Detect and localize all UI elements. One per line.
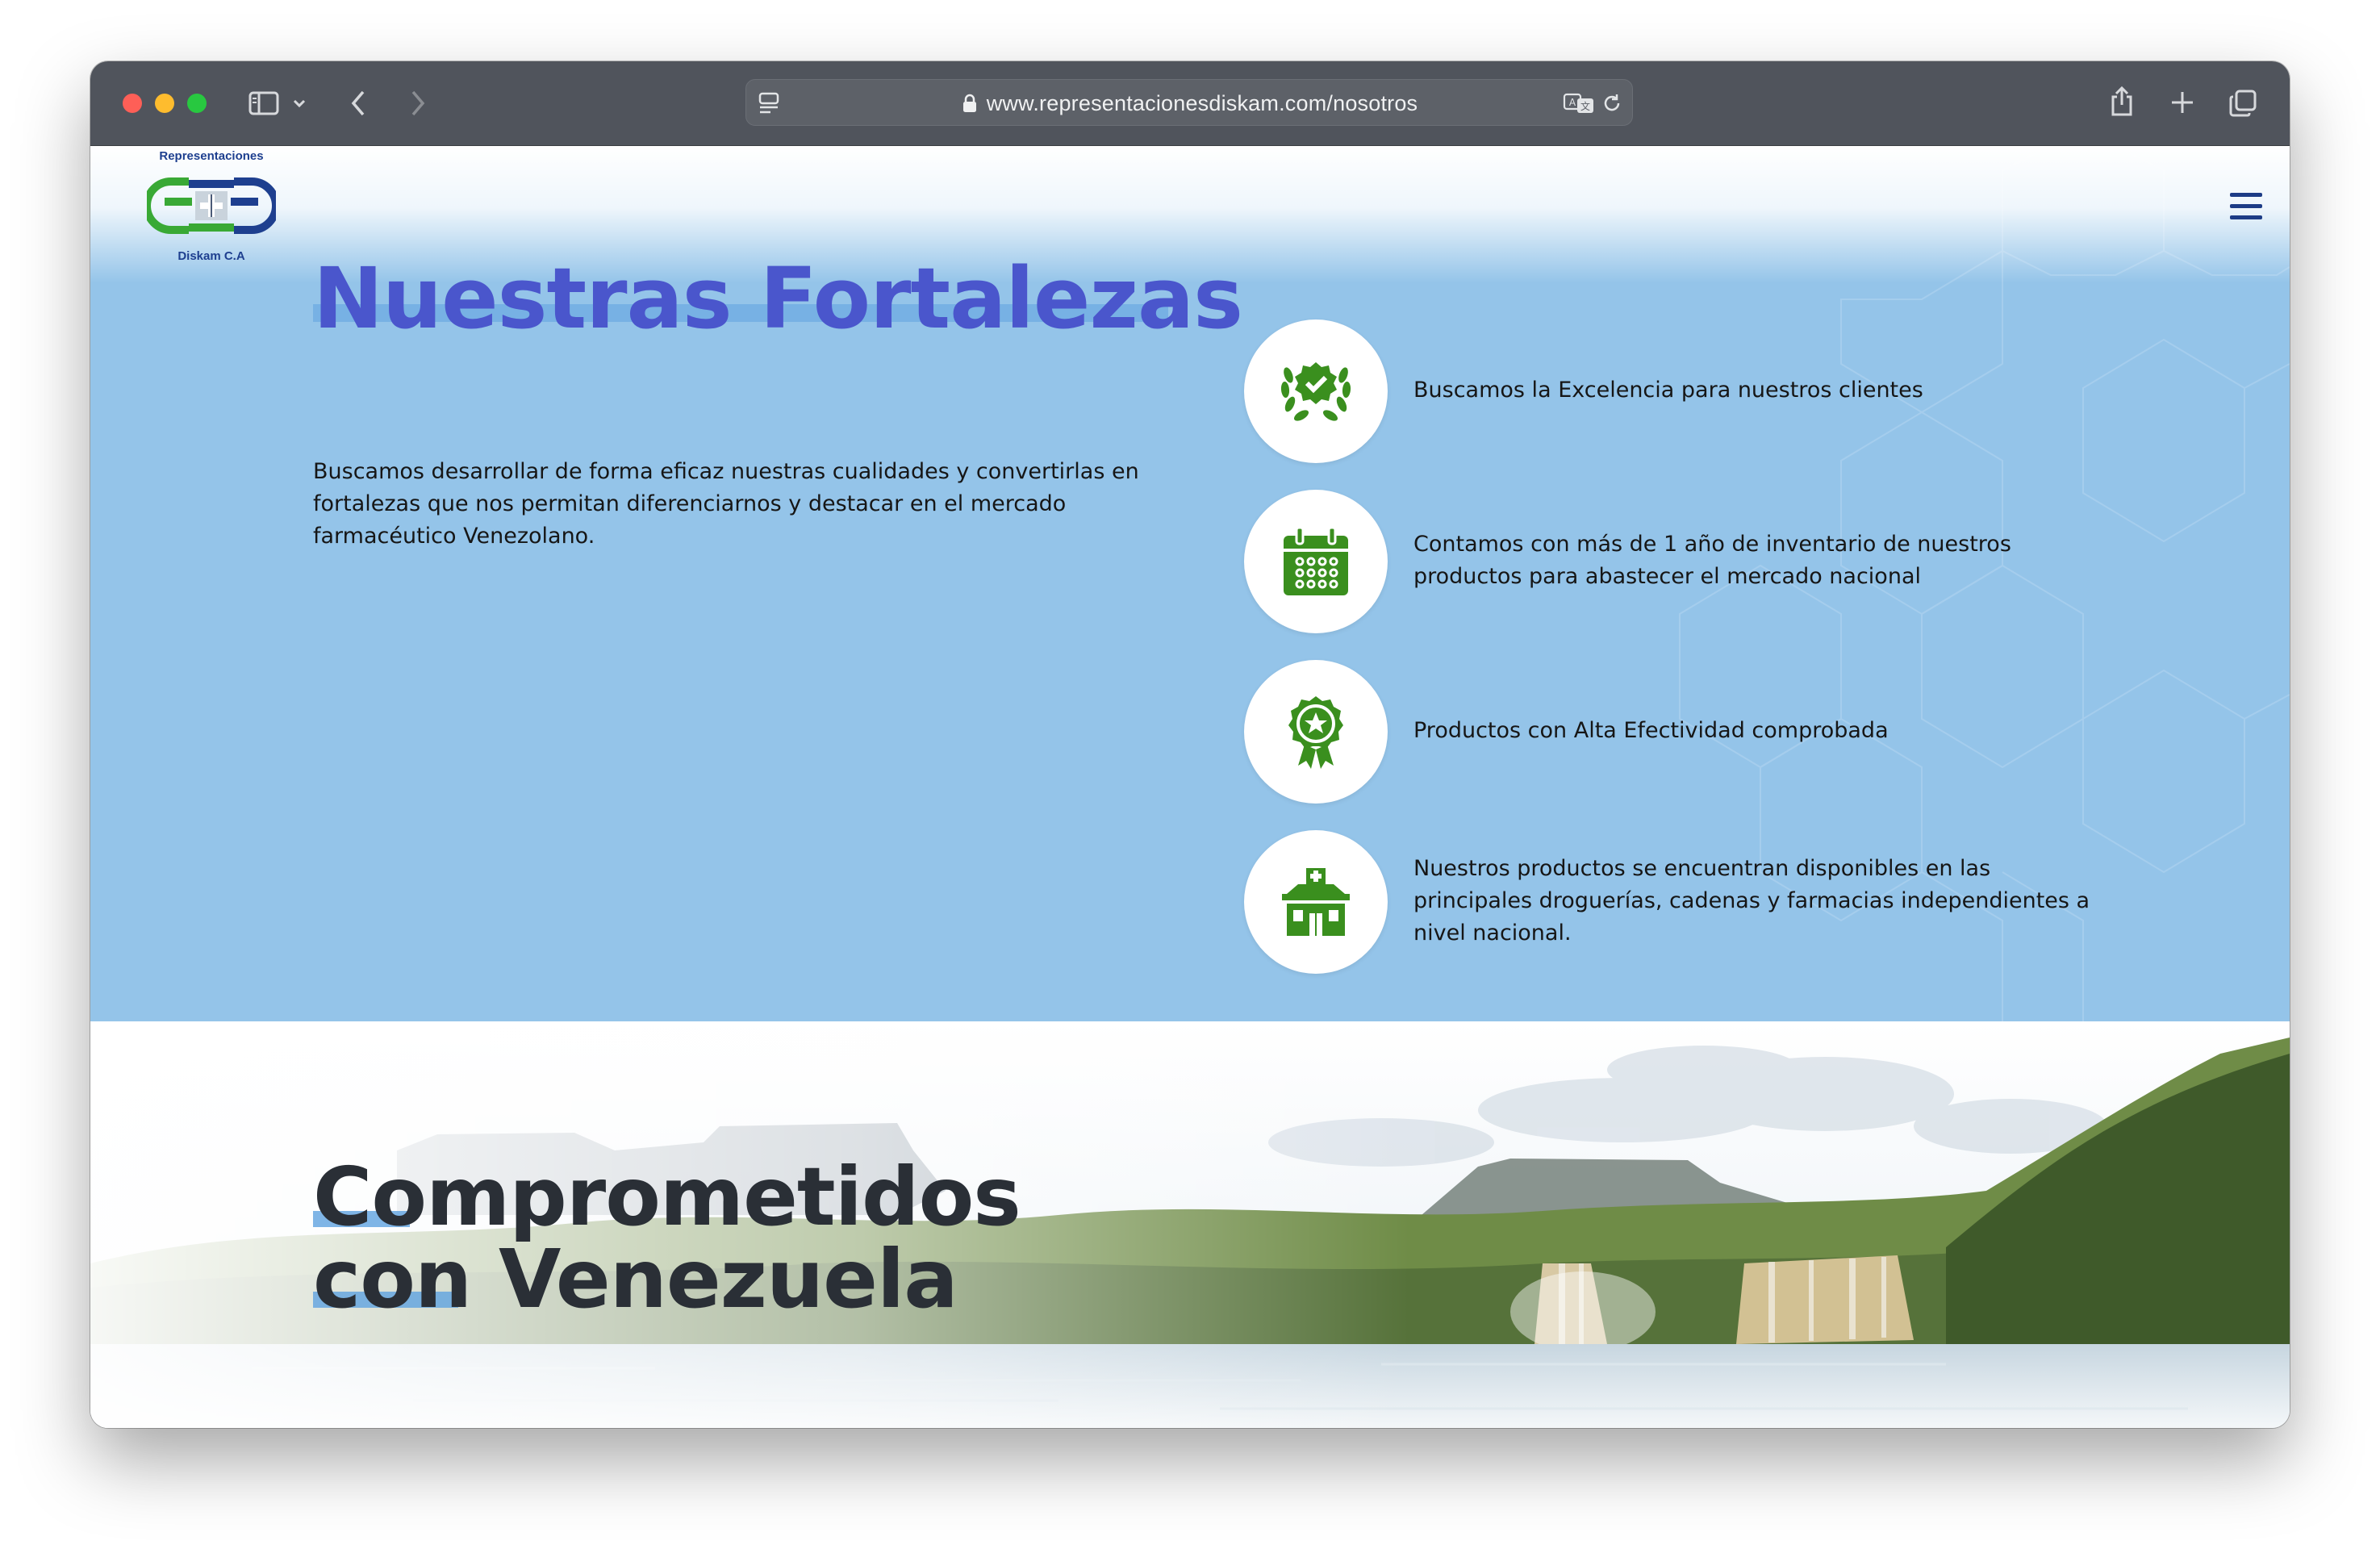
fortaleza-item-excelencia: Buscamos la Excelencia para nuestros cli… [1244, 319, 2132, 465]
translate-icon[interactable]: A 文 [1563, 92, 1595, 115]
calendar-icon [1284, 526, 1348, 595]
reload-icon[interactable] [1601, 93, 1622, 114]
lock-icon [962, 94, 976, 112]
logo-top-text: Representaciones [159, 149, 264, 163]
close-window-button[interactable] [123, 94, 142, 113]
fortaleza-item-efectividad: Productos con Alta Efectividad comprobad… [1244, 660, 2132, 805]
star-award-icon [1288, 696, 1343, 769]
chevron-down-icon[interactable] [292, 97, 307, 110]
fortaleza-item-disponibilidad: Nuestros productos se encuentran disponi… [1244, 830, 2132, 975]
menu-hamburger-icon[interactable] [2230, 193, 2262, 220]
back-icon[interactable] [349, 89, 368, 118]
svg-text:文: 文 [1580, 100, 1590, 112]
forward-icon[interactable] [408, 89, 428, 118]
fortaleza-item-text: Buscamos la Excelencia para nuestros cli… [1413, 378, 1923, 403]
address-bar[interactable]: www.representacionesdiskam.com/nosotros … [745, 79, 1633, 126]
logo-mark-icon [147, 177, 276, 234]
fortalezas-section: Representaciones Diskam C.A Nuestras For… [90, 146, 2290, 1021]
fortaleza-item-text: Nuestros productos se encuentran disponi… [1413, 856, 2090, 946]
logo-bottom-text: Diskam C.A [177, 249, 245, 263]
fortaleza-item-inventario: Contamos con más de 1 año de inventario … [1244, 490, 2132, 635]
fortaleza-icon-circle [1244, 660, 1388, 804]
browser-toolbar: www.representacionesdiskam.com/nosotros … [90, 61, 2290, 146]
pharmacy-building-icon [1282, 868, 1350, 936]
share-icon[interactable] [2109, 86, 2135, 118]
fortaleza-icon-circle [1244, 830, 1388, 974]
fortaleza-item-text: Productos con Alta Efectividad comprobad… [1413, 718, 1889, 743]
fortaleza-item-text: Contamos con más de 1 año de inventario … [1413, 532, 2011, 589]
fortaleza-icon-circle [1244, 490, 1388, 633]
comprometidos-title-line1: Comprometidos [313, 1150, 1021, 1244]
minimize-window-button[interactable] [155, 94, 174, 113]
zoom-window-button[interactable] [187, 94, 207, 113]
fortalezas-title: Nuestras Fortalezas [313, 249, 1243, 348]
tab-overview-icon[interactable] [2228, 89, 2257, 118]
comprometidos-title-line2: con Venezuela [313, 1232, 958, 1326]
laurel-check-badge-icon [1280, 362, 1351, 421]
fortaleza-icon-circle [1244, 319, 1388, 463]
site-logo[interactable]: Representaciones Diskam C.A [147, 146, 276, 267]
url-text: www.representacionesdiskam.com/nosotros [746, 80, 1634, 127]
new-tab-icon[interactable] [2170, 90, 2194, 115]
fortalezas-description: Buscamos desarrollar de forma eficaz nue… [313, 459, 1139, 549]
browser-window: www.representacionesdiskam.com/nosotros … [90, 61, 2290, 1428]
svg-text:A: A [1569, 97, 1576, 108]
comprometidos-title: Comprometidos con Venezuela [313, 1156, 1021, 1321]
page-content: Representaciones Diskam C.A Nuestras For… [90, 146, 2290, 1428]
sidebar-icon[interactable] [248, 90, 279, 116]
